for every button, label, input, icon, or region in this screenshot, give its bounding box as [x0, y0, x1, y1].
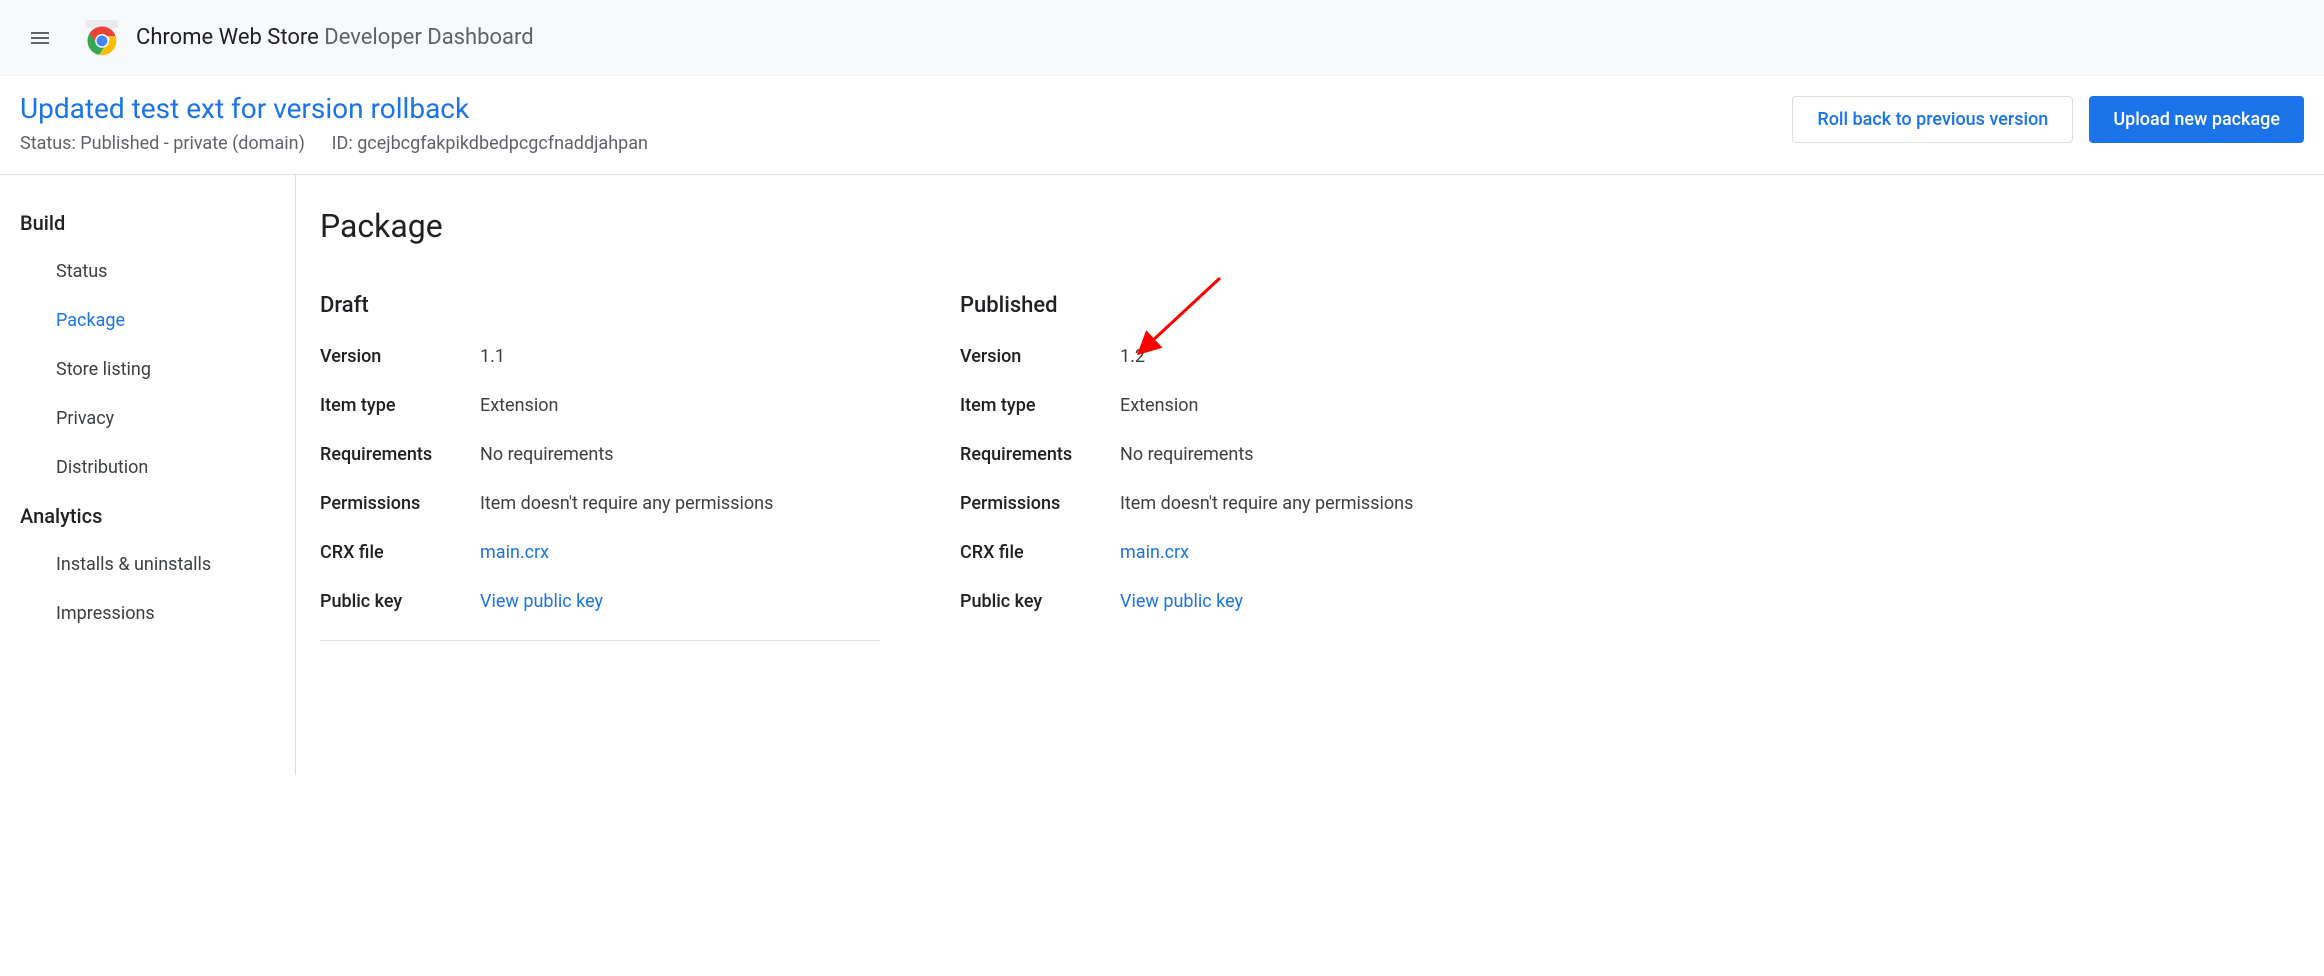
draft-column: Draft Version 1.1 Item type Extension Re… — [320, 293, 880, 641]
published-permissions-value: Item doesn't require any permissions — [1120, 493, 1413, 514]
published-permissions-row: Permissions Item doesn't require any per… — [960, 493, 1520, 514]
draft-pubkey-row: Public key View public key — [320, 591, 880, 612]
sidebar-item-store-listing[interactable]: Store listing — [0, 345, 295, 394]
sub-header-left: Updated test ext for version rollback St… — [20, 92, 1792, 154]
sub-header-actions: Roll back to previous version Upload new… — [1792, 92, 2304, 143]
sidebar-section-build: Build — [0, 199, 295, 247]
draft-divider — [320, 640, 880, 641]
status-label: Status: — [20, 133, 76, 154]
published-version-value: 1.2 — [1120, 346, 1145, 367]
published-pubkey-link[interactable]: View public key — [1120, 591, 1243, 612]
published-crx-label: CRX file — [960, 542, 1120, 563]
id-label: ID: — [332, 133, 353, 154]
published-pubkey-label: Public key — [960, 591, 1120, 612]
published-requirements-value: No requirements — [1120, 444, 1254, 465]
sidebar-section-analytics: Analytics — [0, 492, 295, 540]
published-version-row: Version 1.2 — [960, 346, 1520, 367]
published-column: Published Version 1.2 Item type Extensio… — [960, 293, 1520, 641]
published-requirements-row: Requirements No requirements — [960, 444, 1520, 465]
draft-version-row: Version 1.1 — [320, 346, 880, 367]
status-value: Published - private (domain) — [80, 133, 305, 154]
draft-permissions-value: Item doesn't require any permissions — [480, 493, 773, 514]
upload-button[interactable]: Upload new package — [2089, 96, 2304, 143]
draft-pubkey-label: Public key — [320, 591, 480, 612]
menu-icon[interactable] — [16, 14, 64, 62]
extension-meta: Status: Published - private (domain) ID:… — [20, 133, 1792, 154]
published-permissions-label: Permissions — [960, 493, 1120, 514]
published-item-type-label: Item type — [960, 395, 1120, 416]
draft-crx-row: CRX file main.crx — [320, 542, 880, 563]
published-title: Published — [960, 293, 1520, 318]
id-value: gcejbcgfakpikdbedpcgcfnaddjahpan — [357, 133, 648, 154]
draft-requirements-value: No requirements — [480, 444, 614, 465]
sidebar-item-distribution[interactable]: Distribution — [0, 443, 295, 492]
sub-header: Updated test ext for version rollback St… — [0, 76, 2324, 175]
chrome-logo-icon — [84, 20, 120, 56]
main-container: Build Status Package Store listing Priva… — [0, 175, 2324, 775]
app-title-main: Chrome Web Store — [136, 25, 319, 50]
draft-permissions-row: Permissions Item doesn't require any per… — [320, 493, 880, 514]
app-title-sub: Developer Dashboard — [324, 25, 533, 50]
app-title: Chrome Web Store Developer Dashboard — [136, 25, 534, 50]
sidebar-item-privacy[interactable]: Privacy — [0, 394, 295, 443]
draft-version-label: Version — [320, 346, 480, 367]
draft-item-type-row: Item type Extension — [320, 395, 880, 416]
draft-item-type-value: Extension — [480, 395, 558, 416]
published-item-type-value: Extension — [1120, 395, 1198, 416]
published-requirements-label: Requirements — [960, 444, 1120, 465]
published-crx-row: CRX file main.crx — [960, 542, 1520, 563]
draft-requirements-row: Requirements No requirements — [320, 444, 880, 465]
draft-version-value: 1.1 — [480, 346, 505, 367]
sidebar-item-status[interactable]: Status — [0, 247, 295, 296]
top-bar: Chrome Web Store Developer Dashboard — [0, 0, 2324, 76]
sidebar-item-package[interactable]: Package — [0, 296, 295, 345]
draft-permissions-label: Permissions — [320, 493, 480, 514]
draft-pubkey-link[interactable]: View public key — [480, 591, 603, 612]
sidebar-item-installs[interactable]: Installs & uninstalls — [0, 540, 295, 589]
extension-title[interactable]: Updated test ext for version rollback — [20, 92, 1792, 125]
published-crx-link[interactable]: main.crx — [1120, 542, 1189, 563]
published-version-label: Version — [960, 346, 1120, 367]
published-item-type-row: Item type Extension — [960, 395, 1520, 416]
draft-crx-label: CRX file — [320, 542, 480, 563]
rollback-button[interactable]: Roll back to previous version — [1792, 96, 2073, 143]
package-columns: Draft Version 1.1 Item type Extension Re… — [320, 293, 2300, 641]
draft-item-type-label: Item type — [320, 395, 480, 416]
draft-title: Draft — [320, 293, 880, 318]
published-pubkey-row: Public key View public key — [960, 591, 1520, 612]
sidebar-item-impressions[interactable]: Impressions — [0, 589, 295, 638]
draft-crx-link[interactable]: main.crx — [480, 542, 549, 563]
sidebar: Build Status Package Store listing Priva… — [0, 175, 296, 775]
page-title: Package — [320, 207, 2300, 245]
draft-requirements-label: Requirements — [320, 444, 480, 465]
content: Package Draft Version 1.1 Item type Exte… — [296, 175, 2324, 775]
